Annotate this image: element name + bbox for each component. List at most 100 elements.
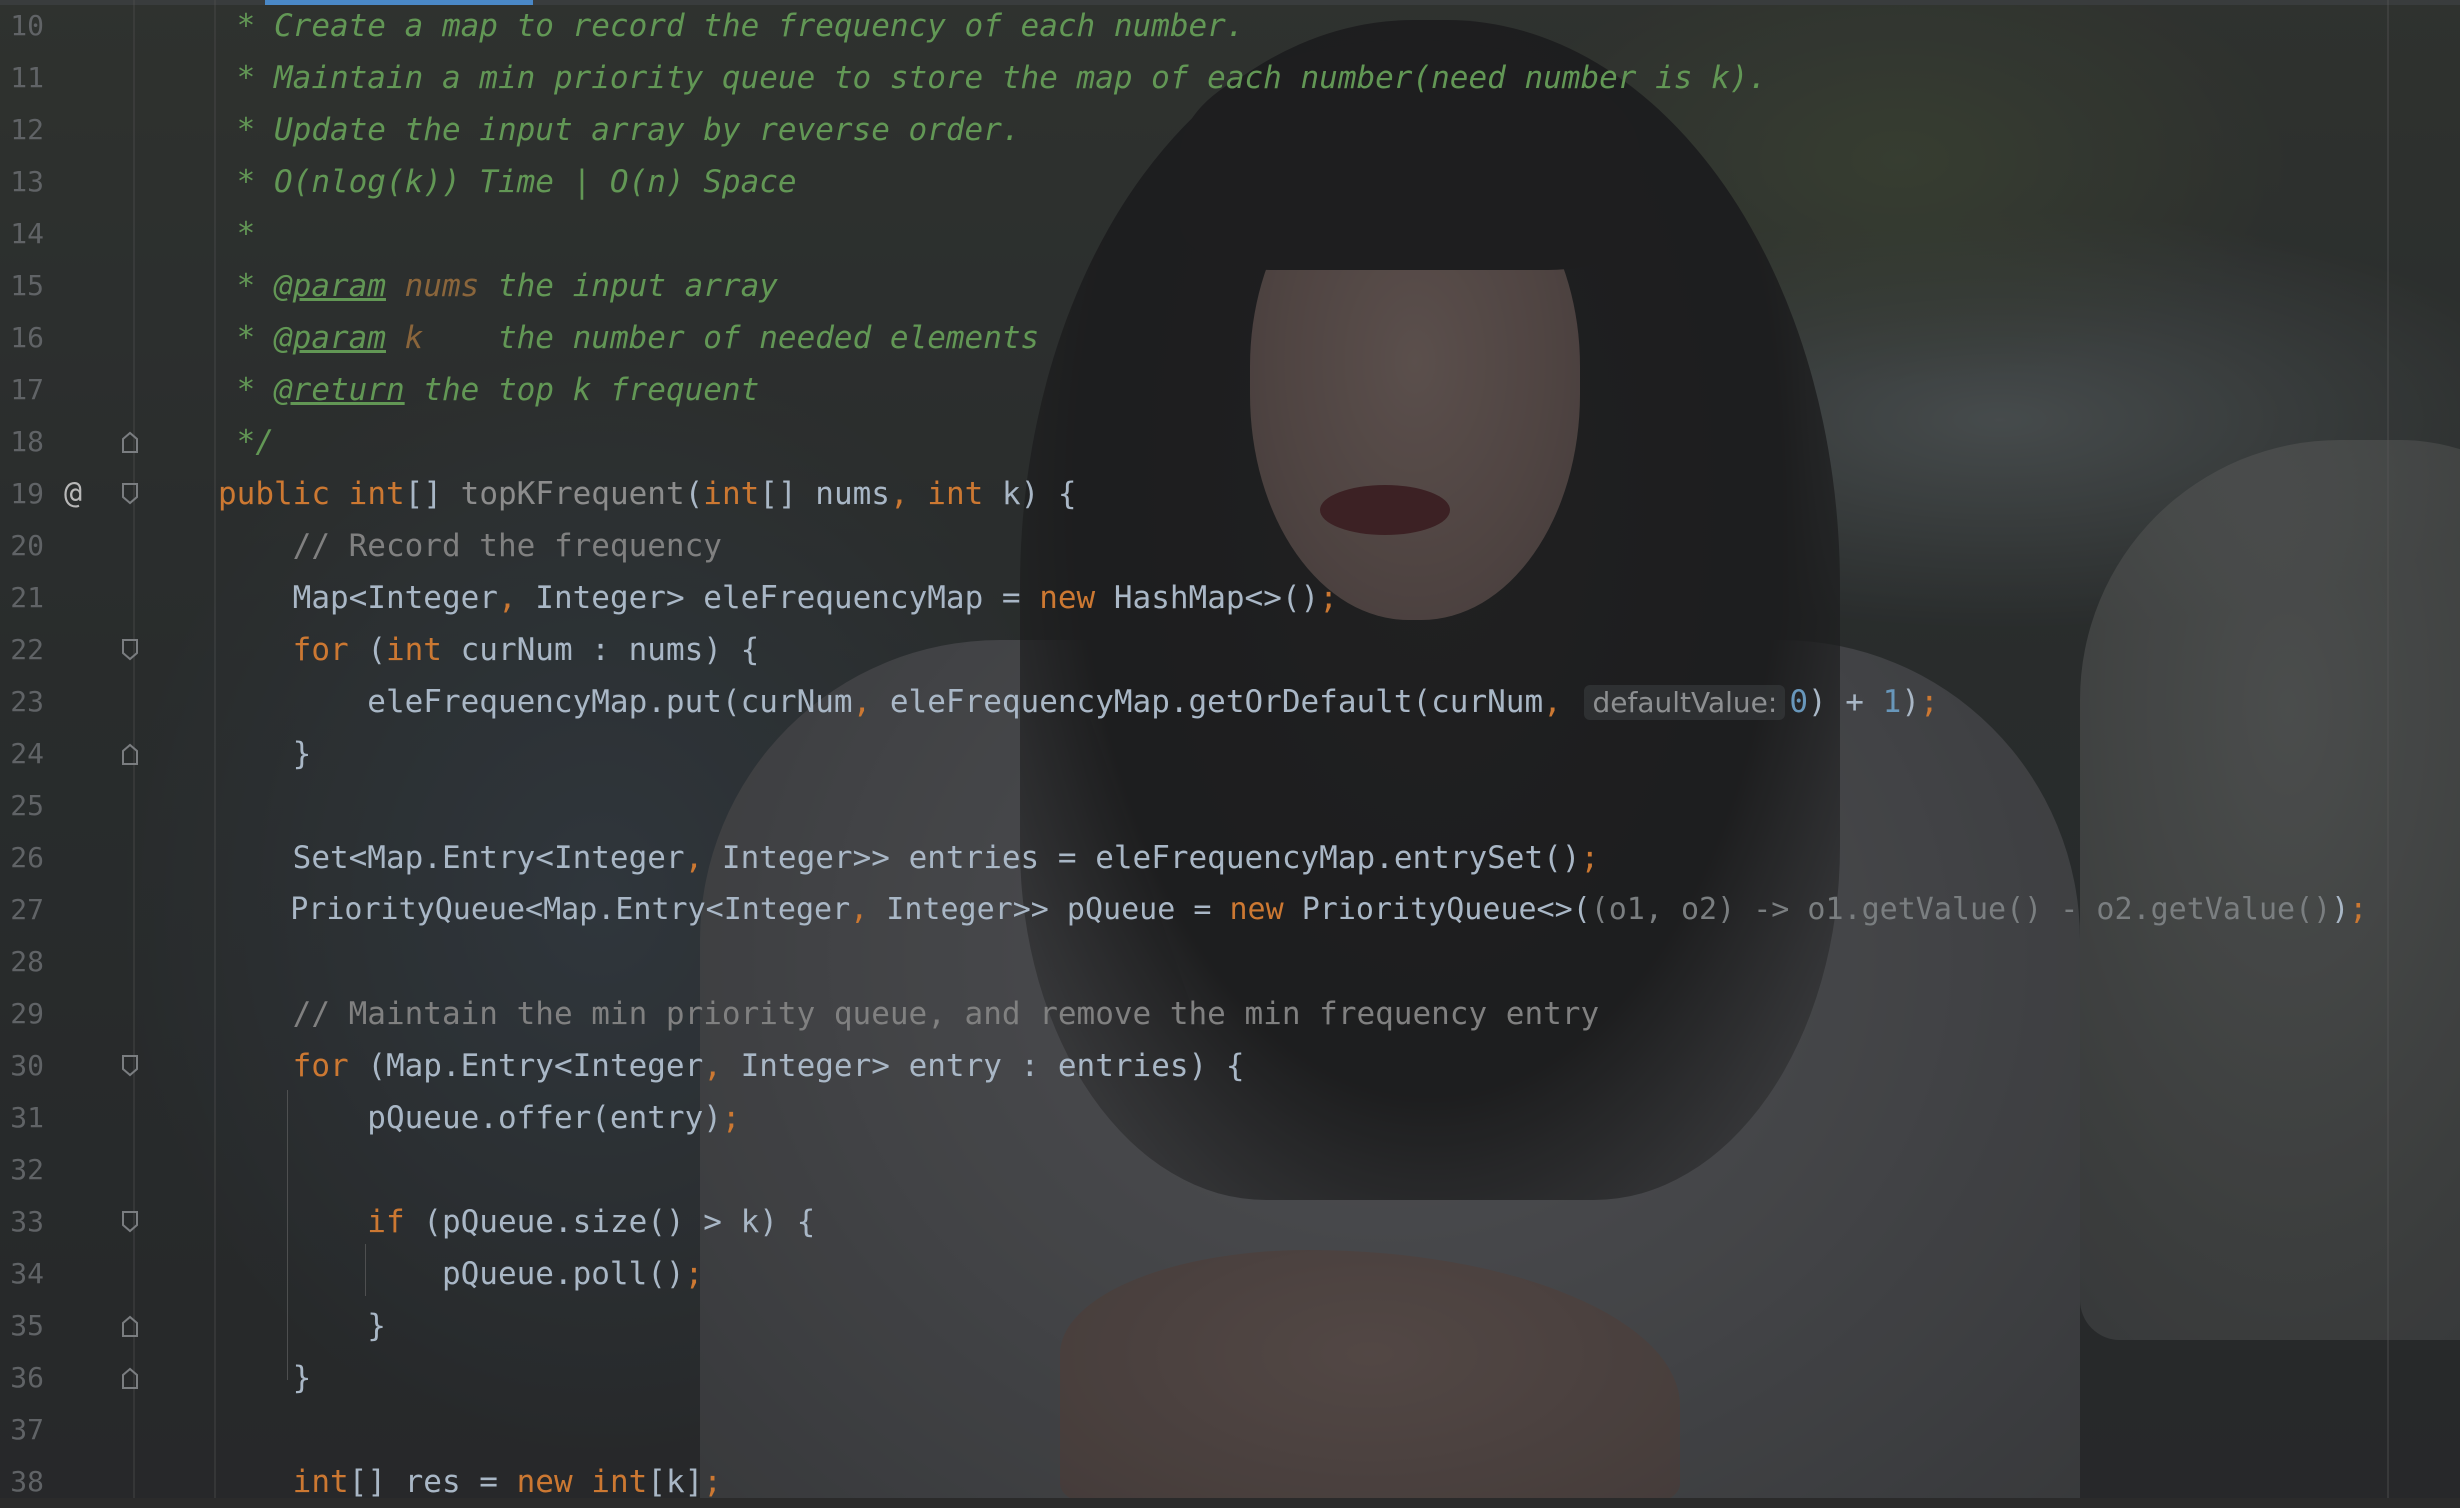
fold-end-icon[interactable] [120,431,140,453]
code-line[interactable]: 36 } [0,1352,2460,1404]
code-text: eleFrequencyMap.put(curNum, eleFrequency… [218,676,1939,729]
code-text: for (Map.Entry<Integer, Integer> entry :… [218,1040,1245,1092]
code-text: * Update the input array by reverse orde… [218,112,1021,148]
doc-tag[interactable]: @param [274,320,386,356]
keyword: for [218,632,349,668]
fold-start-icon[interactable] [120,1055,140,1077]
code-text: pQueue.poll(); [218,1248,703,1300]
keyword: for [218,1048,349,1084]
comma: , [1543,684,1562,720]
line-number: 35 [10,1309,44,1342]
code-token: PriorityQueue<Map.Entry<Integer [218,892,851,927]
keyword: public [218,476,349,512]
code-line[interactable]: 31 pQueue.offer(entry); [0,1092,2460,1144]
fold-end-icon[interactable] [120,1315,140,1337]
code-line[interactable]: 12 * Update the input array by reverse o… [0,104,2460,156]
comma: , [852,684,872,720]
code-line[interactable]: 35 } [0,1300,2460,1352]
code-token: [k] [647,1464,704,1500]
line-number: 37 [10,1413,44,1446]
fold-start-icon[interactable] [120,1211,140,1233]
keyword: int [218,1464,349,1500]
doc-prefix: * [218,320,274,356]
code-line[interactable]: 14 * [0,208,2460,260]
code-line[interactable]: 32 [0,1144,2460,1196]
line-number: 33 [10,1205,44,1238]
keyword: new [1039,580,1096,616]
line-number: 12 [10,113,44,146]
code-line[interactable]: 16 * @param k the number of needed eleme… [0,312,2460,364]
code-line[interactable]: 22 for (int curNum : nums) { [0,624,2460,676]
code-line[interactable]: 21 Map<Integer, Integer> eleFrequencyMap… [0,572,2460,624]
line-number: 24 [10,737,44,770]
code-text: * Maintain a min priority queue to store… [218,60,1768,96]
code-line[interactable]: 11 * Maintain a min priority queue to st… [0,52,2460,104]
code-text: * Create a map to record the frequency o… [218,8,1245,44]
lambda-expression: (o1, o2) -> o1.getValue() - o2.getValue(… [1590,892,2332,927]
keyword: new [516,1464,573,1500]
code-text: if (pQueue.size() > k) { [218,1196,815,1248]
code-text: } [218,1308,386,1344]
code-token: curNum : nums) { [441,632,760,668]
code-token: ( [348,632,386,668]
line-number: 30 [10,1049,44,1082]
code-line[interactable]: 33 if (pQueue.size() > k) { [0,1196,2460,1248]
semicolon: ; [1319,580,1338,616]
code-line[interactable]: 23 eleFrequencyMap.put(curNum, eleFreque… [0,676,2460,728]
semicolon: ; [703,1464,722,1500]
code-line[interactable]: 30 for (Map.Entry<Integer, Integer> entr… [0,1040,2460,1092]
doc-tag[interactable]: @param [274,268,386,304]
code-line[interactable]: 37 [0,1404,2460,1456]
code-token: Integer> entry : entries) { [721,1048,1245,1084]
keyword: int [348,476,405,512]
keyword: int [385,632,442,668]
line-number: 34 [10,1257,44,1290]
code-line[interactable]: 18 */ [0,416,2460,468]
code-line[interactable]: 17 * @return the top k frequent [0,364,2460,416]
code-token: [] res = [348,1464,517,1500]
comma: , [703,1048,722,1084]
method-name: topKFrequent [460,476,685,512]
code-line[interactable]: 10 * Create a map to record the frequenc… [0,0,2460,52]
code-token: PriorityQueue<>( [1283,892,1591,927]
code-line[interactable]: 29 // Maintain the min priority queue, a… [0,988,2460,1040]
code-text: int[] res = new int[k]; [218,1456,722,1508]
code-line[interactable]: 28 [0,936,2460,988]
code-text: Set<Map.Entry<Integer, Integer>> entries… [218,832,1600,884]
keyword: if [218,1204,405,1240]
code-line[interactable]: 15 * @param nums the input array [0,260,2460,312]
code-line[interactable]: 20 // Record the frequency [0,520,2460,572]
fold-start-icon[interactable] [120,483,140,505]
line-number: 20 [10,529,44,562]
line-number: 38 [10,1465,44,1498]
code-line[interactable]: 27 PriorityQueue<Map.Entry<Integer, Inte… [0,884,2460,936]
code-text: * @param nums the input array [218,260,778,312]
code-line[interactable]: 24 } [0,728,2460,780]
fold-start-icon[interactable] [120,639,140,661]
code-token: Integer> eleFrequencyMap = [516,580,1040,616]
number-literal: 1 [1882,684,1902,720]
code-line[interactable]: 26 Set<Map.Entry<Integer, Integer>> entr… [0,832,2460,884]
code-line[interactable]: 34 pQueue.poll(); [0,1248,2460,1300]
code-line[interactable]: 13 * O(nlog(k)) Time | O(n) Space [0,156,2460,208]
doc-tag[interactable]: @return [274,372,405,408]
line-number: 16 [10,321,44,354]
code-text: } [218,736,312,772]
line-number: 11 [10,61,44,94]
override-marker-icon[interactable]: @ [64,468,82,520]
code-token: Set<Map.Entry<Integer [218,840,685,876]
code-token: ) [1901,684,1920,720]
code-line[interactable]: 25 [0,780,2460,832]
semicolon: ; [1580,840,1600,876]
fold-end-icon[interactable] [120,743,140,765]
doc-prefix: * [218,372,274,408]
code-line[interactable]: 38 int[] res = new int[k]; [0,1456,2460,1508]
fold-end-icon[interactable] [120,1367,140,1389]
semicolon: ; [1919,684,1939,720]
line-number: 19 [10,477,44,510]
code-token: (pQueue.size() > k) { [404,1204,816,1240]
code-token: [] [404,476,461,512]
code-token: Map<Integer [218,580,498,616]
code-line[interactable]: 19 @ public int[] topKFrequent(int[] num… [0,468,2460,520]
keyword: int [703,476,760,512]
